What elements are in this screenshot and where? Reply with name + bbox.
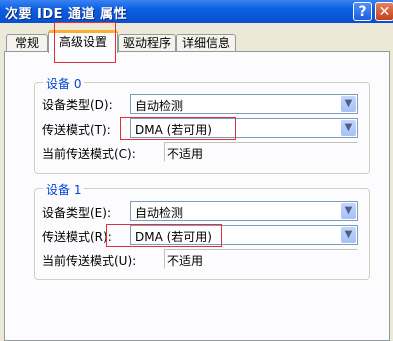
close-button[interactable]: ✕ [375, 2, 393, 21]
chevron-down-icon[interactable]: ▼ [341, 227, 356, 243]
device-0-mode-label: 传送模式(T): [42, 123, 111, 137]
tab-advanced-settings[interactable]: 高级设置 [48, 30, 118, 53]
device-1-type-label: 设备类型(E): [42, 206, 111, 220]
close-icon: ✕ [378, 4, 391, 20]
device-0-type-value: 自动检测 [135, 99, 184, 113]
device-1-title: 设备 1 [43, 181, 85, 198]
device-1-current-field: 不适用 [164, 249, 358, 269]
title-bar: 次要 IDE 通道 属性 ? ✕ [0, 0, 393, 23]
chevron-down-icon[interactable]: ▼ [341, 96, 356, 112]
device-0-title: 设备 0 [43, 75, 85, 92]
device-1-current-label: 当前传送模式(U): [42, 254, 137, 268]
device-0-current-value: 不适用 [167, 147, 204, 161]
window-title: 次要 IDE 通道 属性 [5, 7, 128, 22]
device-0-mode-select[interactable]: DMA (若可用) ▼ [130, 118, 358, 138]
chevron-down-icon[interactable]: ▼ [341, 120, 356, 136]
device-0-current-label: 当前传送模式(C): [42, 147, 136, 161]
help-button[interactable]: ? [353, 2, 372, 21]
device-1-current-value: 不适用 [167, 254, 204, 268]
device-1-mode-value: DMA (若可用) [135, 230, 212, 244]
tab-bar: 常规 高级设置 驱动程序 详细信息 [0, 30, 393, 53]
device-1-mode-label: 传送模式(R): [42, 230, 112, 244]
tab-driver[interactable]: 驱动程序 [118, 34, 176, 52]
device-0-mode-value: DMA (若可用) [135, 123, 212, 137]
question-icon: ? [358, 4, 367, 20]
tab-details[interactable]: 详细信息 [176, 34, 236, 52]
tab-general[interactable]: 常规 [6, 34, 48, 52]
device-0-type-label: 设备类型(D): [42, 98, 113, 112]
chevron-down-icon[interactable]: ▼ [341, 203, 356, 219]
device-0-current-field: 不适用 [164, 142, 358, 162]
device-1-type-select[interactable]: 自动检测 ▼ [130, 201, 358, 221]
device-0-type-select[interactable]: 自动检测 ▼ [130, 94, 358, 114]
device-1-mode-select[interactable]: DMA (若可用) ▼ [130, 225, 358, 245]
device-1-type-value: 自动检测 [135, 206, 184, 220]
